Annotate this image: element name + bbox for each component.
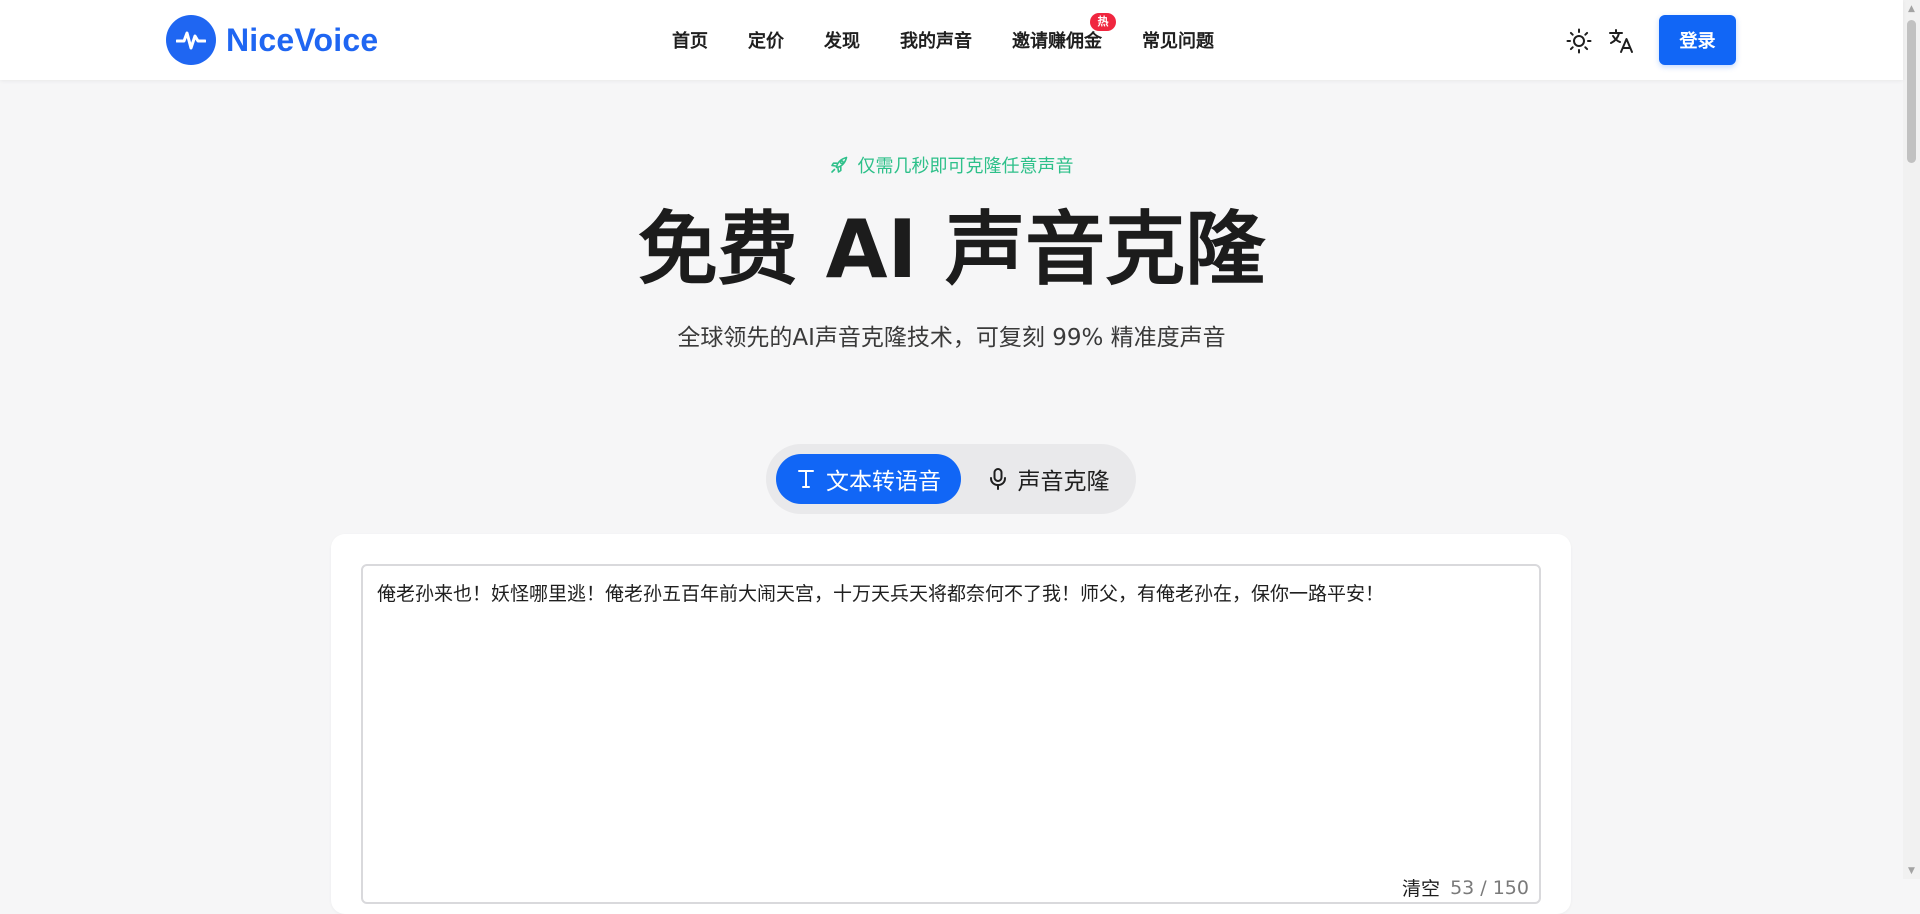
text-icon: [796, 468, 816, 490]
editor-footer: 清空 53 / 150: [1402, 874, 1529, 901]
tab-voice-clone[interactable]: 声音克隆: [971, 454, 1126, 504]
login-button[interactable]: 登录: [1659, 15, 1736, 65]
top-header: NiceVoice 首页 定价 发现 我的声音 邀请赚佣金 热 常见问题 登录: [0, 0, 1903, 80]
microphone-icon: [988, 467, 1008, 491]
scroll-up-arrow-icon[interactable]: ▲: [1903, 0, 1920, 17]
main-nav: 首页 定价 发现 我的声音 邀请赚佣金 热 常见问题: [672, 0, 1214, 80]
hero-tag-text: 仅需几秒即可克隆任意声音: [857, 156, 1074, 177]
nav-item-pricing[interactable]: 定价: [748, 27, 784, 53]
waveform-icon: [166, 15, 216, 65]
scroll-down-arrow-icon[interactable]: ▼: [1903, 862, 1920, 879]
tab-text-to-speech[interactable]: 文本转语音: [776, 454, 961, 504]
brand-name: NiceVoice: [226, 21, 379, 58]
nav-item-referral-label: 邀请赚佣金: [1012, 31, 1102, 52]
rocket-icon: [830, 156, 848, 174]
nav-item-discover[interactable]: 发现: [824, 27, 860, 53]
page-scrollbar[interactable]: ▲ ▼: [1903, 0, 1920, 879]
hero-tagline: 仅需几秒即可克隆任意声音: [0, 152, 1903, 178]
hero-subtitle: 全球领先的AI声音克隆技术，可复刻 99% 精准度声音: [677, 325, 1226, 351]
tab-voice-clone-label: 声音克隆: [1017, 469, 1110, 495]
char-counter: 53 / 150: [1450, 876, 1529, 899]
tab-text-to-speech-label: 文本转语音: [826, 469, 941, 495]
scroll-thumb[interactable]: [1907, 20, 1916, 163]
mode-switcher: 文本转语音 声音克隆: [766, 444, 1136, 514]
brand-logo[interactable]: NiceVoice: [166, 15, 378, 65]
nav-item-faq[interactable]: 常见问题: [1142, 27, 1214, 53]
page-title: 免费 AI 声音克隆: [637, 203, 1266, 296]
nav-item-my-voices[interactable]: 我的声音: [900, 27, 972, 53]
nav-item-referral[interactable]: 邀请赚佣金 热: [1012, 13, 1116, 53]
clear-button[interactable]: 清空: [1402, 874, 1440, 901]
translate-icon[interactable]: [1607, 26, 1637, 56]
nav-item-home[interactable]: 首页: [672, 27, 708, 53]
hot-badge: 热: [1090, 13, 1116, 31]
sun-icon[interactable]: [1564, 26, 1594, 56]
text-input[interactable]: 俺老孙来也！妖怪哪里逃！俺老孙五百年前大闹天宫，十万天兵天将都奈何不了我！师父，…: [361, 564, 1541, 904]
text-input-value: 俺老孙来也！妖怪哪里逃！俺老孙五百年前大闹天宫，十万天兵天将都奈何不了我！师父，…: [377, 583, 1385, 605]
tts-card: 俺老孙来也！妖怪哪里逃！俺老孙五百年前大闹天宫，十万天兵天将都奈何不了我！师父，…: [331, 534, 1571, 914]
